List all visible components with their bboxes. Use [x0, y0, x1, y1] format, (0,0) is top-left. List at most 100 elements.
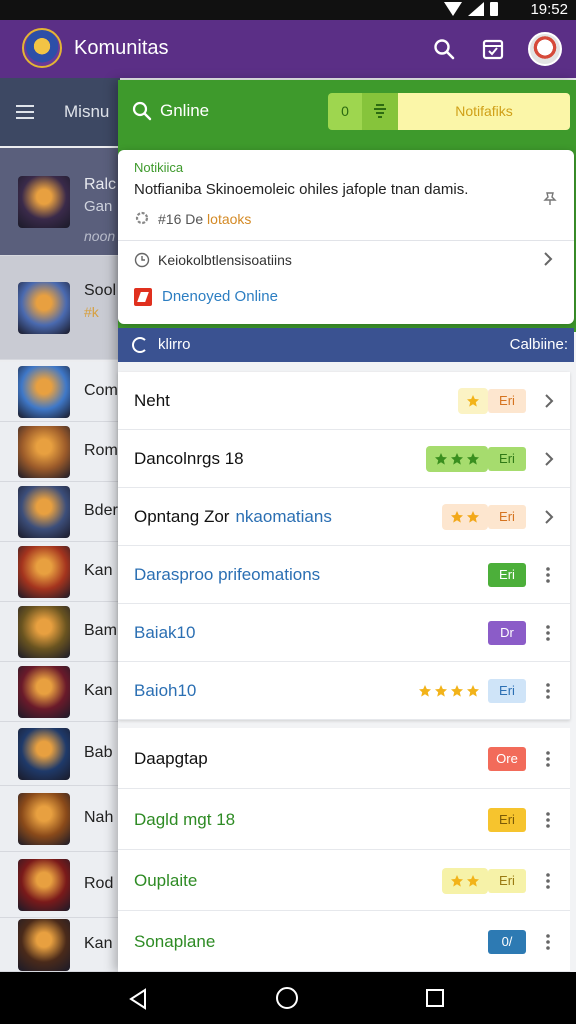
game-thumbnail: [18, 728, 70, 780]
section-header-left: klirro: [158, 336, 191, 353]
more-vert-icon[interactable]: [546, 872, 550, 889]
more-vert-icon[interactable]: [546, 567, 550, 583]
game-thumbnail: [18, 366, 70, 418]
recents-icon[interactable]: [426, 989, 444, 1007]
game-thumbnail: [18, 666, 70, 718]
game-thumbnail: [18, 919, 70, 971]
app-title: Komunitas: [74, 37, 169, 59]
game-thumbnail: [18, 426, 70, 478]
game-thumbnail: [18, 176, 70, 228]
channel-row[interactable]: Baiak10 Dr: [118, 604, 570, 662]
background-list-item[interactable]: Rom: [0, 422, 120, 482]
channel-badge: Eri: [488, 679, 526, 703]
channel-badge: Dr: [488, 621, 526, 645]
status-bar: 19:52: [0, 0, 576, 20]
background-list-item[interactable]: Com: [0, 362, 120, 422]
drawer-toolbar: Gnline 0 Notifafiks: [118, 80, 576, 142]
background-item-title: Ralc: [84, 176, 117, 193]
notification-card[interactable]: Notikiica Notfianiba Skinoemoleic ohiles…: [118, 150, 574, 324]
channel-name: Ouplaite: [134, 870, 198, 890]
notification-detail[interactable]: Keiokolbtlensisoatiins: [158, 252, 292, 268]
rating-stars: [410, 678, 488, 704]
chip-count[interactable]: 0: [328, 93, 362, 130]
chip-notifications[interactable]: Notifafiks: [398, 93, 570, 130]
channel-row[interactable]: Sonaplane 0/: [118, 911, 570, 972]
channel-row[interactable]: Ouplaite Eri: [118, 850, 570, 911]
app-bar: Komunitas: [0, 20, 576, 78]
chevron-right-icon[interactable]: [542, 251, 554, 267]
background-item-title: Com: [84, 382, 118, 399]
game-thumbnail: [18, 486, 70, 538]
battery-icon: [490, 2, 498, 16]
channel-badge: Eri: [488, 505, 526, 529]
channel-name: Baiak10: [134, 623, 196, 642]
more-vert-icon[interactable]: [546, 625, 550, 641]
game-thumbnail: [18, 546, 70, 598]
refresh-icon[interactable]: [132, 337, 148, 353]
background-item-meta: #k: [84, 304, 99, 320]
background-list-item[interactable]: Bab: [0, 722, 120, 786]
background-list-item[interactable]: Kan: [0, 542, 120, 602]
channel-name: Baioh10: [134, 681, 197, 700]
filter-icon[interactable]: [362, 93, 398, 130]
signal-icon: [468, 2, 484, 16]
channel-name: Sonaplane: [134, 931, 216, 951]
channel-badge: Eri: [488, 807, 526, 832]
background-list-item[interactable]: Bam: [0, 602, 120, 662]
channel-name: Daapgtap: [134, 748, 208, 768]
background-list-item[interactable]: Kan: [0, 918, 120, 972]
background-item-title: Sool: [84, 282, 117, 299]
channel-row[interactable]: Neht Eri: [118, 372, 570, 430]
back-icon[interactable]: [128, 988, 148, 1010]
background-item-meta: noon: [84, 228, 116, 244]
background-item-title: Bam: [84, 622, 117, 639]
section-header: klirro Calbiine:: [118, 328, 574, 362]
menu-icon[interactable]: [16, 105, 34, 119]
more-vert-icon[interactable]: [546, 750, 550, 767]
background-list-item[interactable]: Nah: [0, 786, 120, 852]
home-icon[interactable]: [276, 987, 298, 1009]
more-vert-icon[interactable]: [546, 811, 550, 828]
background-list-item[interactable]: Kan: [0, 662, 120, 722]
status-time: 19:52: [530, 1, 568, 18]
channel-row[interactable]: Dagld mgt 18 Eri: [118, 789, 570, 850]
background-list-item[interactable]: Bder: [0, 482, 120, 542]
channel-badge: Eri: [488, 563, 526, 587]
under-list-header: Misnu: [0, 78, 120, 146]
game-thumbnail: [18, 606, 70, 658]
channel-name: Dancolnrgs 18: [134, 449, 244, 468]
channel-name: Dagld mgt 18: [134, 809, 236, 829]
game-thumbnail: [18, 793, 70, 845]
drawer-search-label[interactable]: Gnline: [160, 101, 209, 121]
background-item-title: Nah: [84, 809, 114, 826]
background-list-item[interactable]: Ralc Gan noon: [0, 148, 120, 256]
chevron-right-icon[interactable]: [544, 452, 554, 466]
notification-link[interactable]: Dnenoyed Online: [162, 288, 278, 305]
background-item-title: Kan: [84, 935, 113, 952]
channel-list: Neht Eri Dancolnrgs 18 Eri Opntang Zor nkaoma…: [118, 372, 570, 720]
channel-row[interactable]: Dancolnrgs 18 Eri: [118, 430, 570, 488]
game-thumbnail: [18, 859, 70, 911]
calendar-icon[interactable]: [482, 38, 504, 60]
channel-row[interactable]: Daapgtap Ore: [118, 728, 570, 789]
background-item-title: Rod: [84, 875, 114, 892]
pin-icon[interactable]: [543, 192, 557, 206]
background-list-item[interactable]: Rod: [0, 852, 120, 918]
chevron-right-icon[interactable]: [544, 394, 554, 408]
channel-row[interactable]: Darasproo prifeomations Eri: [118, 546, 570, 604]
rating-stars: [458, 388, 488, 414]
clock-icon: [134, 252, 150, 268]
more-vert-icon[interactable]: [546, 683, 550, 699]
channel-row[interactable]: Opntang Zor nkaomatians Eri: [118, 488, 570, 546]
channel-row[interactable]: Baioh10 Eri: [118, 662, 570, 720]
game-thumbnail: [18, 282, 70, 334]
more-vert-icon[interactable]: [546, 933, 550, 950]
avatar[interactable]: [528, 32, 562, 66]
chevron-right-icon[interactable]: [544, 510, 554, 524]
background-list-item[interactable]: Sool #k: [0, 256, 120, 360]
notification-chips[interactable]: 0 Notifafiks: [328, 93, 570, 130]
channel-badge: Ore: [488, 746, 526, 771]
app-logo[interactable]: [22, 28, 62, 68]
search-icon[interactable]: [432, 37, 456, 61]
search-icon[interactable]: [132, 101, 152, 121]
